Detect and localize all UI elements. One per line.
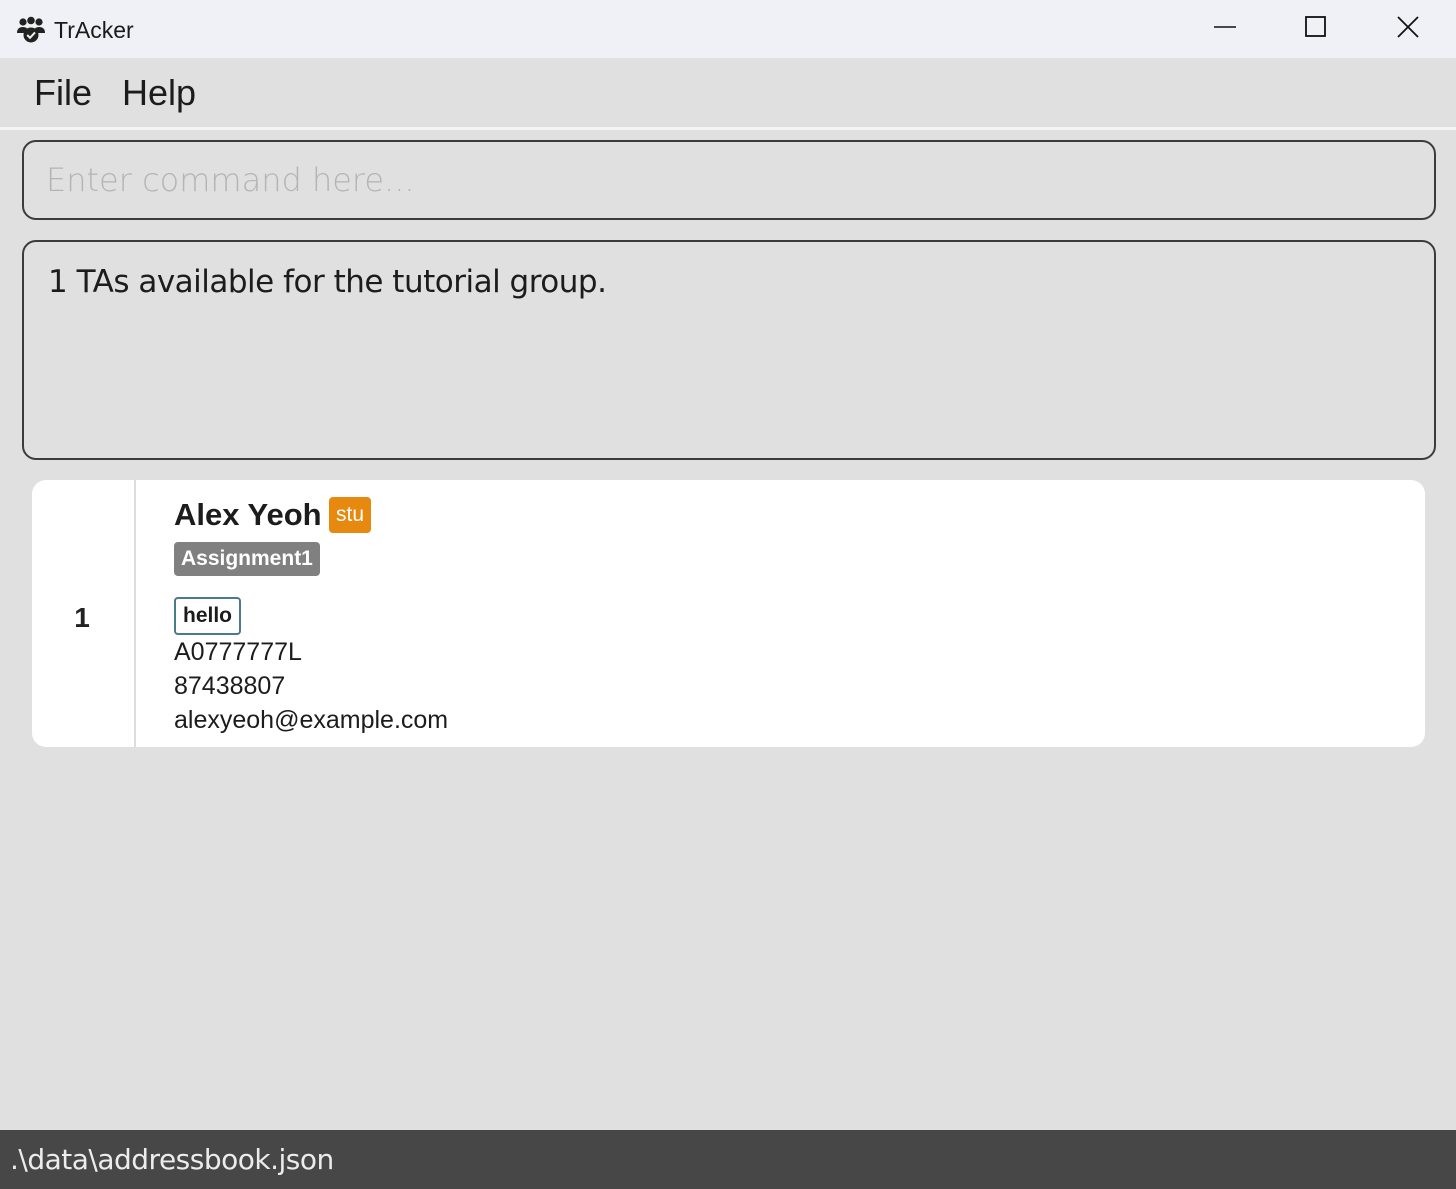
minimize-button[interactable] xyxy=(1179,0,1271,58)
close-button[interactable] xyxy=(1362,0,1454,58)
role-badge: stu xyxy=(329,497,372,533)
status-file-path: .\data\addressbook.json xyxy=(10,1143,334,1176)
person-index-cell: 1 xyxy=(32,480,136,747)
result-message: 1 TAs available for the tutorial group. xyxy=(48,264,607,300)
person-card[interactable]: 1 Alex Yeoh stu Assignment1 hello A07777… xyxy=(32,480,1425,747)
person-name: Alex Yeoh xyxy=(174,497,322,532)
maximize-button[interactable] xyxy=(1270,0,1362,58)
person-index: 1 xyxy=(74,602,90,633)
note-tag: hello xyxy=(174,597,242,635)
maximize-icon xyxy=(1304,15,1328,44)
person-student-id: A0777777L xyxy=(174,638,302,666)
command-box xyxy=(22,140,1436,220)
menu-bar: File Help xyxy=(0,58,1456,130)
minimize-icon xyxy=(1213,15,1237,44)
app-window: TrAcker File Help 1 TAs available for th… xyxy=(0,0,1456,1189)
menu-help[interactable]: Help xyxy=(122,72,196,114)
title-bar: TrAcker xyxy=(0,0,1456,58)
close-icon xyxy=(1396,15,1420,44)
group-people-icon xyxy=(16,16,46,44)
status-bar: .\data\addressbook.json xyxy=(0,1130,1456,1189)
window-title: TrAcker xyxy=(54,17,134,43)
person-phone: 87438807 xyxy=(174,672,286,700)
person-email: alexyeoh@example.com xyxy=(174,706,449,734)
command-input[interactable] xyxy=(46,156,1406,204)
assignment-tag: Assignment1 xyxy=(174,542,320,576)
result-display: 1 TAs available for the tutorial group. xyxy=(22,240,1436,460)
menu-file[interactable]: File xyxy=(34,72,92,114)
